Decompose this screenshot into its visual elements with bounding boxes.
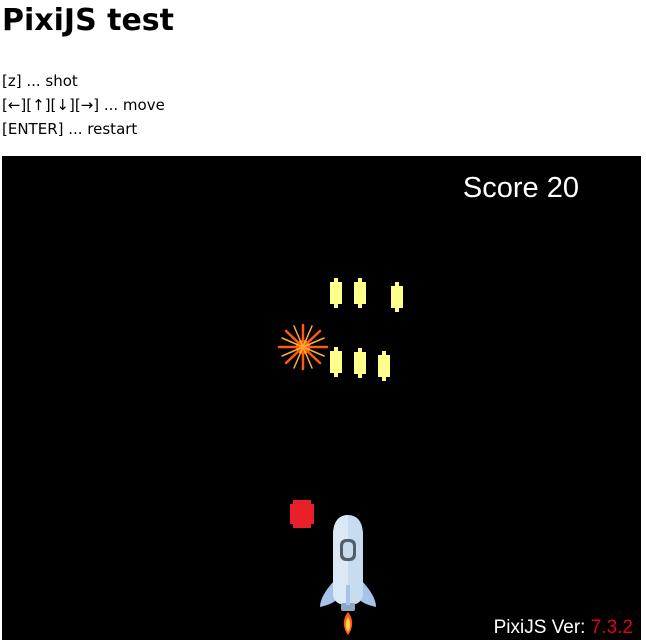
game-canvas[interactable]: Score 20 PixiJS Ver: 7.3.2	[2, 156, 641, 640]
enemy	[354, 278, 366, 308]
player-ship	[320, 515, 376, 635]
enemy-bullet	[290, 500, 314, 528]
pixijs-version: PixiJS Ver: 7.3.2	[494, 617, 633, 639]
enemy	[378, 351, 390, 381]
explosion	[277, 323, 329, 371]
score-label: Score	[462, 172, 539, 204]
instruction-restart: [ENTER] ... restart	[2, 120, 138, 138]
controls-instructions: [z] ... shot [←][↑][↓][→] ... move [ENTE…	[2, 69, 165, 141]
page-title: PixiJS test	[2, 3, 175, 38]
enemy	[330, 347, 342, 377]
instruction-shot: [z] ... shot	[2, 72, 78, 90]
enemy	[330, 278, 342, 308]
instruction-move: [←][↑][↓][→] ... move	[2, 96, 165, 114]
score-value: 20	[546, 172, 579, 204]
version-number: 7.3.2	[590, 617, 633, 638]
enemy	[391, 282, 403, 312]
game-scene	[277, 278, 403, 635]
version-label: PixiJS Ver:	[493, 617, 586, 638]
score-display: Score 20	[463, 172, 579, 205]
enemy	[354, 348, 366, 378]
